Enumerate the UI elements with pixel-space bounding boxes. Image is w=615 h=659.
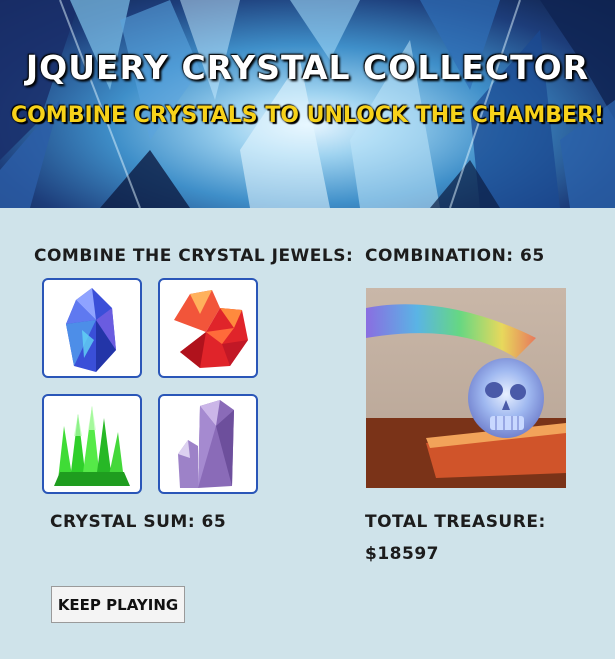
green-crystal-button[interactable] (42, 394, 142, 494)
purple-crystal-button[interactable] (158, 394, 258, 494)
keep-playing-button[interactable]: KEEP PLAYING (51, 586, 185, 623)
green-crystal-icon (54, 406, 130, 486)
purple-crystal-icon (178, 400, 234, 488)
crystal-skull-icon (366, 288, 566, 488)
crystal-skull-image (366, 288, 566, 488)
total-treasure-value: $18597 (365, 544, 439, 564)
total-treasure-label: TOTAL TREASURE: (365, 512, 546, 532)
blue-crystal-icon (66, 288, 116, 372)
blue-crystal-button[interactable] (42, 278, 142, 378)
combine-crystals-label: COMBINE THE CRYSTAL JEWELS: (34, 246, 354, 266)
game-title: JQUERY CRYSTAL COLLECTOR (25, 48, 590, 87)
red-crystal-icon (174, 290, 248, 368)
red-crystal-button[interactable] (158, 278, 258, 378)
combination-label: COMBINATION: 65 (365, 246, 545, 266)
header-banner: JQUERY CRYSTAL COLLECTOR COMBINE CRYSTAL… (0, 0, 615, 208)
crystal-sum-label: CRYSTAL SUM: 65 (50, 512, 227, 532)
game-subtitle: COMBINE CRYSTALS TO UNLOCK THE CHAMBER! (10, 103, 605, 128)
